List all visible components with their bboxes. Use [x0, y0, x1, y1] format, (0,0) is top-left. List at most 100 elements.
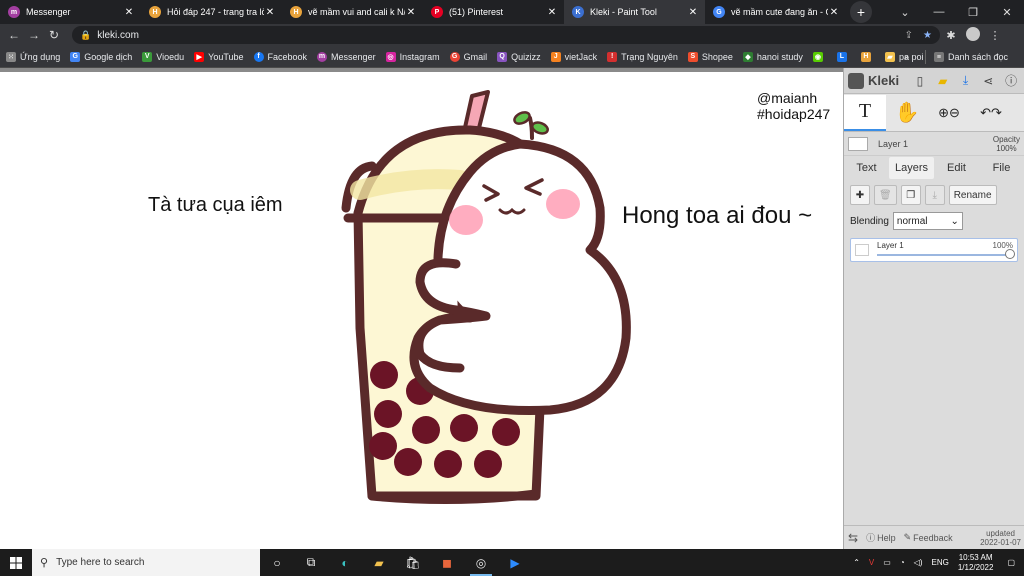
address-bar[interactable]: 🔒 kleki.com ⇪ ★ — [72, 26, 940, 44]
layer-opacity-knob[interactable] — [1005, 249, 1015, 259]
start-button[interactable] — [0, 549, 32, 576]
chevron-up-icon[interactable]: ⌃ — [853, 558, 860, 567]
text-tool-icon[interactable]: T — [844, 94, 886, 131]
extensions-icon[interactable]: ✱ — [940, 29, 962, 42]
battery-icon[interactable]: ▭ — [883, 558, 891, 567]
tab-google[interactable]: G vẽ mầm cute đang ăn - Go ✕ — [705, 0, 846, 24]
app-icon[interactable]: ◼ — [430, 549, 464, 576]
edge-icon[interactable]: ◐ — [328, 549, 362, 576]
volume-icon[interactable]: ◁) — [914, 558, 923, 567]
tray-app-icon[interactable]: V — [869, 558, 874, 567]
tab-file[interactable]: File — [979, 157, 1024, 179]
close-icon[interactable]: ✕ — [264, 7, 276, 18]
language-indicator[interactable]: ENG — [932, 558, 949, 567]
task-view-icon[interactable]: ⧉ — [294, 549, 328, 576]
tab-search-icon[interactable]: ⌄ — [888, 6, 922, 19]
close-icon[interactable]: ✕ — [546, 7, 558, 18]
bookmark-gmail[interactable]: G Gmail — [449, 51, 487, 62]
bookmark-shopee[interactable]: S Shopee — [687, 51, 733, 62]
search-icon: ⚲ — [40, 557, 49, 569]
blending-value: normal — [896, 215, 928, 227]
current-layer-bar: Layer 1 Opacity 100% — [844, 132, 1024, 156]
new-tab-button[interactable]: + — [850, 1, 872, 23]
bookmark-instagram[interactable]: ◎ Instagram — [385, 51, 440, 62]
menu-icon[interactable]: ⋮ — [984, 29, 1006, 42]
lock-icon[interactable]: 🔒 — [80, 30, 91, 41]
notifications-icon[interactable]: ▢ — [1007, 558, 1015, 567]
bookmark-messenger[interactable]: m Messenger — [317, 51, 376, 62]
bookmark-h[interactable]: H — [860, 51, 875, 62]
l-icon: L — [836, 51, 847, 62]
close-icon[interactable]: ✕ — [123, 7, 135, 18]
open-folder-icon[interactable]: ▰ — [934, 74, 952, 88]
tab-kleki[interactable]: K Kleki - Paint Tool ✕ — [564, 0, 705, 24]
help-icon[interactable]: ⓘ — [1002, 72, 1020, 89]
star-icon[interactable]: ★ — [923, 30, 932, 41]
tab-title: (51) Pinterest — [449, 7, 504, 17]
bookmark-hanoi-study[interactable]: ◆ hanoi study — [742, 51, 803, 62]
cortana-icon[interactable]: ○ — [260, 549, 294, 576]
delete-layer-button[interactable]: 🗑 — [874, 185, 897, 205]
zoom-icon[interactable]: ⊕⊖ — [928, 95, 970, 131]
clock[interactable]: 10:53 AM 1/12/2022 — [958, 553, 994, 573]
layer-actions: ✚ 🗑 ❐ ⤓ Rename — [844, 180, 1024, 210]
tab-messenger[interactable]: m Messenger ✕ — [0, 0, 141, 24]
file-explorer-icon[interactable]: ▰ — [362, 549, 396, 576]
minimize-icon[interactable]: — — [922, 6, 956, 18]
add-layer-button[interactable]: ✚ — [850, 185, 870, 205]
tab-hoidap-2[interactable]: H vẽ mầm vui and cali k N/L ✕ — [282, 0, 423, 24]
tab-edit[interactable]: Edit — [934, 157, 979, 179]
duplicate-layer-button[interactable]: ❐ — [900, 185, 921, 205]
layer-opacity-slider[interactable] — [877, 254, 1011, 256]
tab-pinterest[interactable]: P (51) Pinterest ✕ — [423, 0, 564, 24]
windows-icon — [10, 556, 22, 569]
bookmark-trang-nguyen[interactable]: ! Trạng Nguyên — [607, 51, 678, 62]
blending-label: Blending — [850, 215, 889, 227]
tab-layers[interactable]: Layers — [889, 157, 934, 179]
blending-select[interactable]: normal ⌄ — [892, 212, 963, 230]
drawing-canvas[interactable]: Tà tưa cụa iêm Hong toa ai đou ~ @maianh… — [0, 68, 843, 549]
profile-avatar[interactable] — [962, 26, 984, 44]
more-bookmarks-icon[interactable]: » — [904, 52, 909, 62]
bookmark-youtube[interactable]: ▶ YouTube — [194, 51, 244, 62]
bookmark-apps[interactable]: ⁙ Ứng dụng — [6, 51, 60, 62]
hoidap-icon: H — [149, 6, 161, 18]
feedback-link[interactable]: ✎ Feedback — [904, 532, 953, 543]
close-icon[interactable]: ✕ — [687, 7, 699, 18]
bookmark-google-translate[interactable]: G Google dịch — [70, 51, 132, 62]
close-window-icon[interactable]: ✕ — [990, 6, 1024, 19]
taskbar-search[interactable]: ⚲ Type here to search — [32, 549, 260, 576]
merge-layer-button[interactable]: ⤓ — [924, 185, 945, 205]
canvas-credit-user: @maianh — [757, 90, 818, 106]
close-icon[interactable]: ✕ — [405, 7, 417, 18]
help-link[interactable]: ⓘ Help — [866, 531, 896, 544]
hand-tool-icon[interactable]: ✋ — [886, 95, 928, 131]
bookmark-duolingo[interactable]: ◉ — [812, 51, 827, 62]
store-icon[interactable]: 🛍 — [396, 549, 430, 576]
back-icon[interactable]: ← — [4, 28, 24, 42]
rename-layer-button[interactable]: Rename — [948, 185, 997, 205]
new-file-icon[interactable]: ▯ — [911, 74, 929, 88]
share-icon[interactable]: ⋖ — [979, 74, 997, 88]
bookmark-facebook[interactable]: f Facebook — [253, 51, 307, 62]
bookmark-vioedu[interactable]: V Vioedu — [142, 51, 184, 62]
tab-text[interactable]: Text — [844, 157, 889, 179]
kleki-logo[interactable]: Kleki — [848, 72, 899, 89]
bookmark-vietjack[interactable]: JvietJack — [550, 51, 597, 62]
bookmark-quizizz[interactable]: Q Quizizz — [497, 51, 541, 62]
chrome-icon[interactable]: ◎ — [464, 549, 498, 576]
forward-icon[interactable]: → — [24, 28, 44, 42]
close-icon[interactable]: ✕ — [828, 7, 840, 18]
tab-hoidap[interactable]: H Hỏi đáp 247 - trang tra lời ✕ — [141, 0, 282, 24]
download-icon[interactable]: ⤓ — [957, 73, 975, 88]
zoom-app-icon[interactable]: ▶ — [498, 549, 532, 576]
reading-list[interactable]: ≡ Danh sách đọc — [933, 52, 1008, 62]
reload-icon[interactable]: ↻ — [44, 28, 64, 42]
undo-redo-icon[interactable]: ↶↷ — [970, 95, 1012, 131]
restore-icon[interactable]: ❐ — [956, 6, 990, 19]
share-icon[interactable]: ⇪ — [905, 30, 913, 41]
swap-sides-icon[interactable]: ⇆ — [848, 531, 858, 545]
layer-item[interactable]: Layer 1 100% — [850, 238, 1018, 262]
wifi-icon[interactable]: ◔ — [900, 558, 905, 567]
bookmark-l[interactable]: L — [836, 51, 851, 62]
